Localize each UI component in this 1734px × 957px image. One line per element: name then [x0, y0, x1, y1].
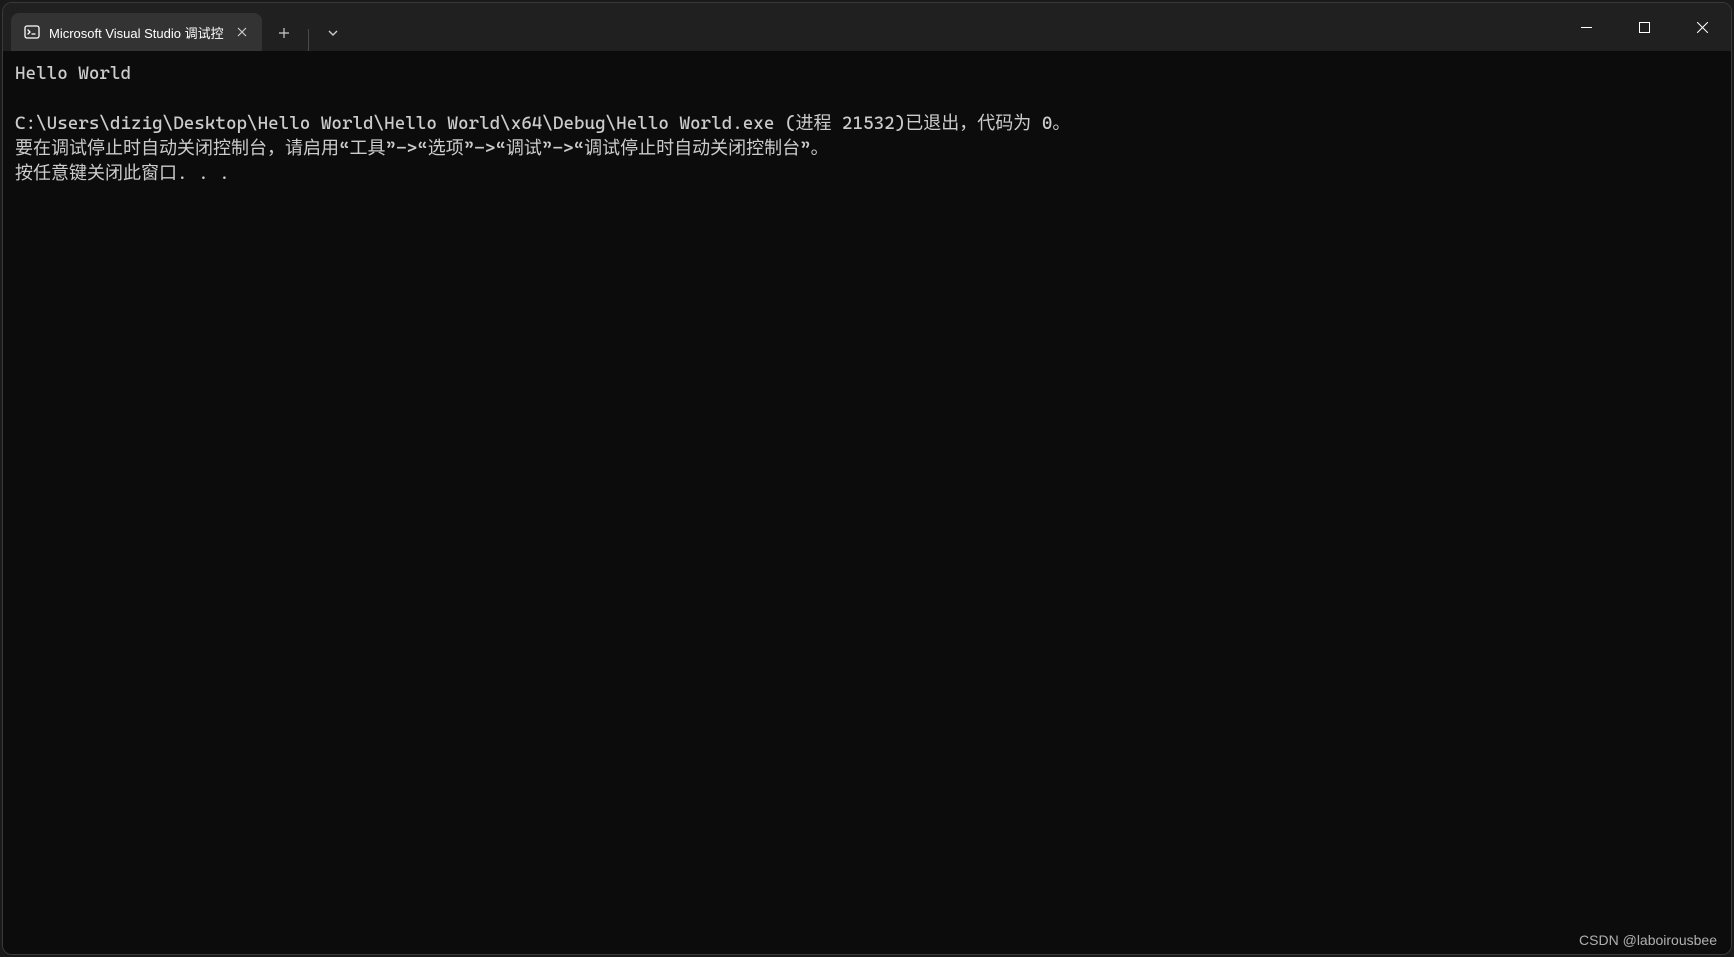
watermark-text: CSDN @laboirousbee — [1579, 932, 1717, 948]
new-tab-button[interactable] — [266, 15, 302, 51]
window-controls — [1557, 3, 1731, 51]
console-line: Hello World — [15, 63, 131, 84]
tab-strip: Microsoft Visual Studio 调试控 — [3, 3, 1557, 51]
tab-close-button[interactable] — [232, 22, 252, 42]
terminal-window: Microsoft Visual Studio 调试控 — [2, 2, 1732, 955]
console-line: C:\Users\dizig\Desktop\Hello World\Hello… — [15, 113, 1070, 134]
close-button[interactable] — [1673, 3, 1731, 51]
console-output[interactable]: Hello World C:\Users\dizig\Desktop\Hello… — [3, 51, 1731, 954]
console-line: 要在调试停止时自动关闭控制台，请启用“工具”->“选项”->“调试”->“调试停… — [15, 138, 829, 159]
tab-active[interactable]: Microsoft Visual Studio 调试控 — [11, 13, 262, 51]
minimize-button[interactable] — [1557, 3, 1615, 51]
maximize-button[interactable] — [1615, 3, 1673, 51]
tab-divider — [308, 29, 309, 51]
console-line: 按任意键关闭此窗口. . . — [15, 163, 230, 184]
console-icon — [23, 23, 41, 41]
titlebar[interactable]: Microsoft Visual Studio 调试控 — [3, 3, 1731, 51]
tab-title: Microsoft Visual Studio 调试控 — [49, 23, 224, 42]
tab-dropdown-button[interactable] — [315, 15, 351, 51]
